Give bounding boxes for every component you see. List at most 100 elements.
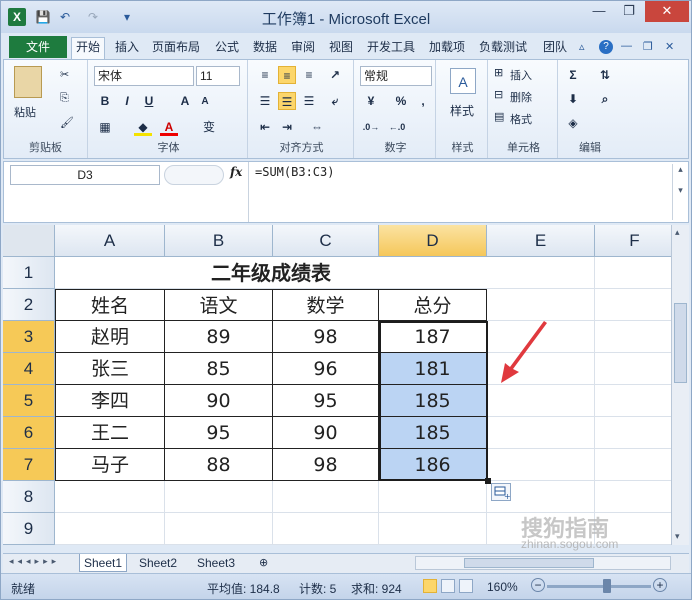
row-header-8[interactable]: 8 [3, 481, 55, 513]
styles-icon[interactable]: A [450, 68, 476, 94]
grow-font-button[interactable]: A [176, 92, 194, 110]
page-break-view-icon[interactable] [459, 579, 473, 593]
insert-icon[interactable]: ⊞ [494, 66, 503, 79]
data-cell[interactable]: 85 [165, 353, 273, 385]
row-header-5[interactable]: 5 [3, 385, 55, 417]
empty-cell[interactable] [595, 417, 671, 449]
row-header-3[interactable]: 3 [3, 321, 55, 353]
row-header-9[interactable]: 9 [3, 513, 55, 545]
tab-data[interactable]: 数据 [253, 38, 277, 58]
paste-label[interactable]: 粘贴 [14, 104, 36, 120]
format-painter-icon[interactable]: 🖌 [60, 116, 74, 129]
row-header-2[interactable]: 2 [3, 289, 55, 321]
empty-cell[interactable] [273, 481, 379, 513]
column-header-a[interactable]: A [55, 225, 165, 257]
clear-icon[interactable]: ◈ [564, 114, 582, 132]
font-size-box[interactable]: 11 [196, 66, 240, 86]
format-icon[interactable]: ▤ [494, 110, 504, 123]
formula-bar-handle[interactable] [164, 165, 224, 185]
bold-button[interactable]: B [96, 92, 114, 110]
workbook-close-icon[interactable]: ✕ [665, 40, 674, 53]
vertical-scrollbar[interactable]: ▴ ▾ [671, 225, 689, 545]
percent-button[interactable]: % [392, 92, 410, 110]
column-header-b[interactable]: B [165, 225, 273, 257]
row-header-6[interactable]: 6 [3, 417, 55, 449]
data-cell[interactable]: 89 [165, 321, 273, 353]
currency-icon[interactable]: ¥ [362, 92, 380, 110]
empty-cell[interactable] [595, 353, 671, 385]
phonetic-button[interactable]: 变 [200, 118, 218, 136]
empty-cell[interactable] [55, 513, 165, 545]
workbook-restore-icon[interactable]: ❐ [643, 40, 653, 53]
styles-button[interactable]: 样式 [450, 102, 474, 119]
column-header-f[interactable]: F [595, 225, 671, 257]
empty-cell[interactable] [165, 513, 273, 545]
insert-cells-button[interactable]: 插入 [510, 67, 532, 83]
increase-indent-icon[interactable]: ⇥ [278, 118, 296, 136]
page-layout-view-icon[interactable] [441, 579, 455, 593]
decrease-decimal-icon[interactable]: ←.0 [388, 118, 406, 136]
data-cell[interactable]: 88 [165, 449, 273, 481]
empty-cell[interactable] [487, 417, 595, 449]
empty-cell[interactable] [487, 385, 595, 417]
select-all-corner[interactable] [3, 225, 55, 257]
tab-home[interactable]: 开始 [71, 37, 106, 59]
empty-cell[interactable] [487, 257, 595, 289]
sheet-tab-sheet3[interactable]: Sheet3 [193, 554, 239, 572]
empty-cell[interactable] [165, 481, 273, 513]
autosum-button[interactable]: Σ [564, 66, 582, 84]
increase-decimal-icon[interactable]: .0→ [362, 118, 380, 136]
empty-cell[interactable] [487, 289, 595, 321]
border-icon[interactable]: ▦ [96, 118, 114, 136]
tab-developer[interactable]: 开发工具 [367, 38, 415, 58]
data-cell[interactable]: 95 [273, 385, 379, 417]
wrap-text-icon[interactable]: ⤶ [326, 92, 344, 110]
empty-cell[interactable] [595, 449, 671, 481]
cut-icon[interactable]: ✂ [60, 68, 69, 81]
data-cell[interactable]: 马子 [55, 449, 165, 481]
ribbon-collapse-icon[interactable]: ▵ [579, 40, 585, 53]
data-cell[interactable]: 96 [273, 353, 379, 385]
delete-cells-button[interactable]: 删除 [510, 89, 532, 105]
scroll-up-icon[interactable]: ▴ [675, 227, 680, 238]
empty-cell[interactable] [379, 481, 487, 513]
empty-cell[interactable] [55, 481, 165, 513]
zoom-in-icon[interactable]: + [653, 578, 667, 592]
decrease-indent-icon[interactable]: ⇤ [256, 118, 274, 136]
empty-cell[interactable] [595, 257, 671, 289]
fill-icon[interactable]: ⬇ [564, 90, 582, 108]
font-color-button[interactable]: A [160, 118, 178, 136]
column-header-e[interactable]: E [487, 225, 595, 257]
orientation-icon[interactable]: ↗ [326, 66, 344, 84]
row-header-7[interactable]: 7 [3, 449, 55, 481]
autofill-options-icon[interactable]: + [491, 483, 511, 501]
column-header-c[interactable]: C [273, 225, 379, 257]
horizontal-scroll-thumb[interactable] [464, 558, 594, 568]
data-cell[interactable]: 95 [165, 417, 273, 449]
font-name-box[interactable]: 宋体 [94, 66, 194, 86]
tab-page-layout[interactable]: 页面布局 [152, 38, 200, 58]
scroll-down-icon[interactable]: ▾ [675, 531, 680, 542]
empty-cell[interactable] [379, 513, 487, 545]
header-cell[interactable]: 总分 [379, 289, 487, 321]
align-center-icon[interactable]: ☰ [278, 92, 296, 110]
minimize-icon[interactable]: — [585, 1, 613, 22]
zoom-slider-thumb[interactable] [603, 579, 611, 593]
data-cell[interactable]: 98 [273, 449, 379, 481]
normal-view-icon[interactable] [423, 579, 437, 593]
header-cell[interactable]: 数学 [273, 289, 379, 321]
format-cells-button[interactable]: 格式 [510, 111, 532, 127]
align-top-icon[interactable]: ≡ [256, 66, 274, 84]
sheet-nav-arrows-icon[interactable]: ◂◂◂▸▸▸ [9, 556, 60, 567]
italic-button[interactable]: I [118, 92, 136, 110]
formula-input[interactable]: =SUM(B3:C3) [248, 162, 672, 222]
restore-icon[interactable]: ❐ [615, 1, 643, 22]
insert-function-button[interactable]: fx [230, 165, 242, 179]
header-cell[interactable]: 姓名 [55, 289, 165, 321]
sort-filter-icon[interactable]: ⇅ [596, 66, 614, 84]
zoom-slider[interactable] [547, 585, 651, 588]
data-cell[interactable]: 90 [165, 385, 273, 417]
file-tab[interactable]: 文件 [9, 36, 67, 58]
data-cell[interactable]: 赵明 [55, 321, 165, 353]
merge-center-icon[interactable]: ⇔ [308, 118, 326, 136]
